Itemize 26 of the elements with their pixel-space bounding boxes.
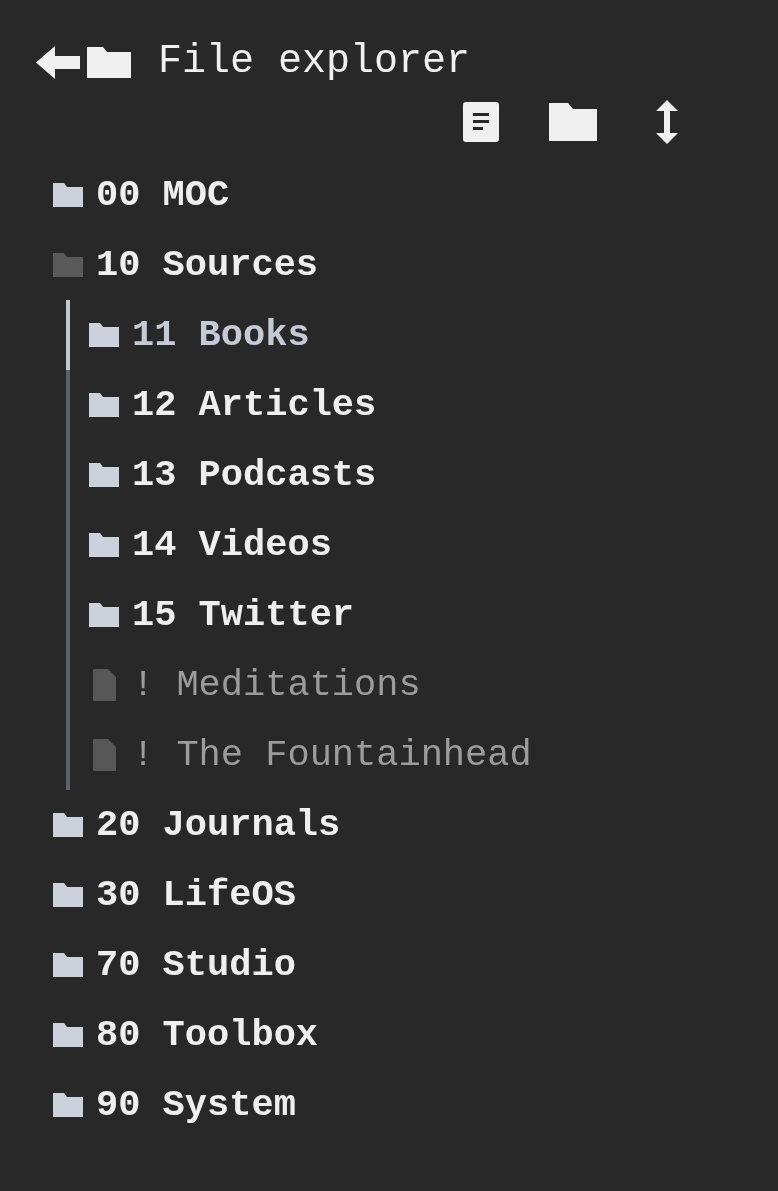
folder-item[interactable]: 70 Studio — [53, 930, 296, 1000]
folder-icon — [549, 103, 597, 141]
folder-icon — [87, 46, 131, 78]
folder-item[interactable]: 11 Books — [66, 300, 310, 370]
new-note-button[interactable] — [463, 102, 499, 142]
folder-item[interactable]: 13 Podcasts — [66, 440, 377, 510]
document-icon — [463, 102, 499, 142]
file-item[interactable]: ! Meditations — [66, 650, 421, 720]
file-icon — [93, 669, 116, 701]
expand-collapse-button[interactable] — [656, 100, 678, 144]
folder-item[interactable]: 15 Twitter — [66, 580, 355, 650]
file-icon — [93, 739, 116, 771]
folder-item[interactable]: 14 Videos — [66, 510, 332, 580]
vertical-double-arrow-icon — [656, 100, 678, 144]
folder-item[interactable]: 90 System — [53, 1070, 296, 1140]
panel-title: File explorer — [158, 38, 471, 86]
folder-item[interactable]: 10 Sources — [53, 230, 319, 300]
folder-item[interactable]: 12 Articles — [66, 370, 377, 440]
folder-item[interactable]: 30 LifeOS — [53, 860, 296, 930]
folder-item[interactable]: 20 Journals — [53, 790, 341, 860]
folder-item[interactable]: 00 MOC — [53, 160, 230, 230]
arrow-left-icon — [36, 45, 80, 79]
back-button[interactable] — [36, 45, 80, 79]
new-folder-button[interactable] — [549, 103, 597, 141]
folder-item[interactable]: 80 Toolbox — [53, 1000, 319, 1070]
file-item[interactable]: ! The Fountainhead — [66, 720, 532, 790]
